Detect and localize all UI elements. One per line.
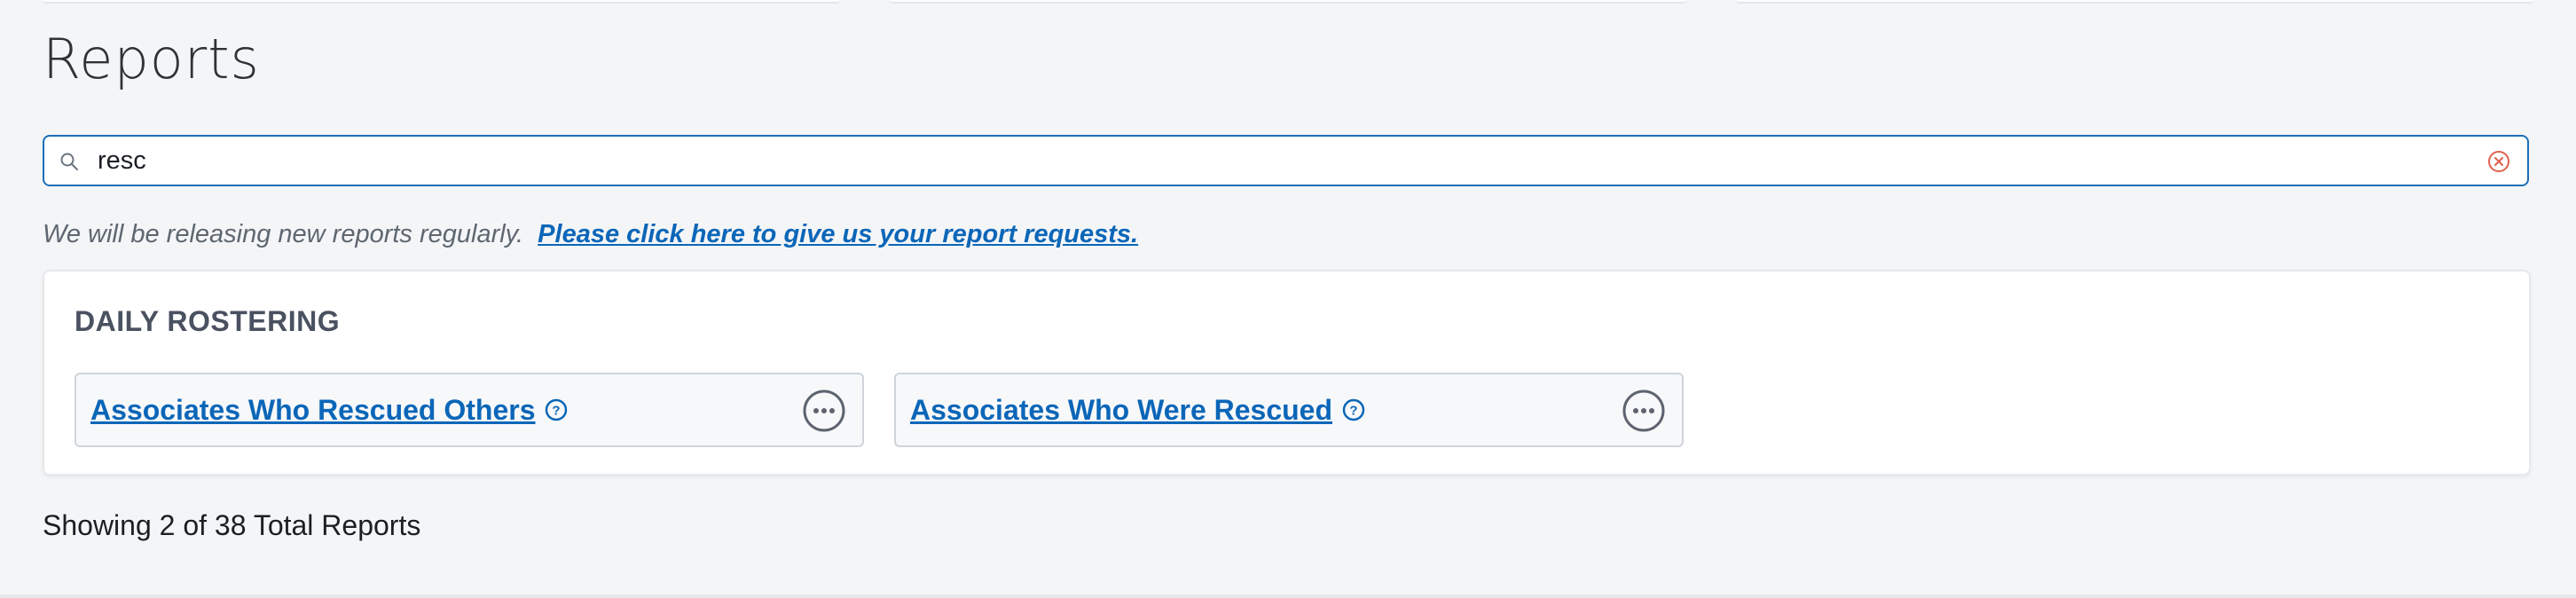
card-edge	[43, 0, 840, 4]
category-title: DAILY ROSTERING	[75, 305, 341, 337]
help-icon[interactable]: ?	[1341, 397, 1366, 422]
report-label: Associates Who Rescued Others	[90, 394, 536, 426]
svg-text:?: ?	[1349, 403, 1357, 418]
more-options-icon[interactable]	[1622, 389, 1666, 433]
card-edge	[889, 0, 1687, 4]
release-notice-text: We will be releasing new reports regular…	[43, 220, 524, 248]
report-card: Associates Who Rescued Others?	[75, 373, 864, 447]
clear-search-icon[interactable]	[2486, 149, 2511, 174]
report-card: Associates Who Were Rescued?	[894, 373, 1684, 447]
report-request-link[interactable]: Please click here to give us your report…	[538, 220, 1138, 248]
bottom-divider	[0, 594, 2576, 598]
page-title: Reports	[43, 27, 260, 91]
report-count-summary: Showing 2 of 38 Total Reports	[43, 509, 421, 541]
report-link-associates-who-rescued-others[interactable]: Associates Who Rescued Others?	[90, 394, 569, 427]
category-panel-daily-rostering: DAILY ROSTERING Associates Who Rescued O…	[43, 270, 2531, 476]
release-notice: We will be releasing new reports regular…	[43, 220, 1138, 249]
top-cards-edge	[43, 0, 2534, 4]
search-input[interactable]	[98, 144, 2457, 177]
svg-text:?: ?	[553, 403, 561, 418]
report-link-associates-who-were-rescued[interactable]: Associates Who Were Rescued?	[910, 394, 1366, 427]
card-edge	[1736, 0, 2534, 4]
search-icon	[60, 153, 78, 170]
help-icon[interactable]: ?	[544, 397, 569, 422]
report-label: Associates Who Were Rescued	[910, 394, 1333, 426]
more-options-icon[interactable]	[802, 389, 846, 433]
search-box[interactable]	[43, 135, 2529, 186]
